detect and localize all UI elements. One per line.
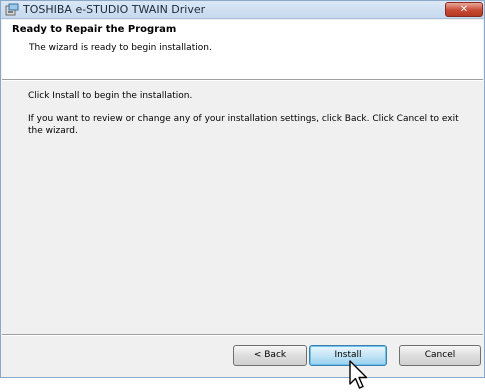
wizard-header: Ready to Repair the Program The wizard i… — [2, 20, 483, 79]
page-subtitle: The wizard is ready to begin installatio… — [29, 43, 212, 53]
close-icon: ✕ — [459, 4, 469, 15]
page-title: Ready to Repair the Program — [12, 24, 177, 35]
instruction-text: Click Install to begin the installation. — [28, 91, 193, 101]
window-title: TOSHIBA e-STUDIO TWAIN Driver — [23, 3, 206, 16]
title-bar: TOSHIBA e-STUDIO TWAIN Driver ✕ — [1, 1, 484, 19]
back-button[interactable]: < Back — [233, 345, 307, 366]
footer-divider — [2, 334, 483, 336]
close-button[interactable]: ✕ — [445, 2, 483, 17]
pointer-cursor-icon — [349, 360, 368, 389]
installer-icon — [5, 3, 19, 16]
review-text: If you want to review or change any of y… — [28, 114, 459, 136]
cancel-button[interactable]: Cancel — [399, 345, 481, 366]
wizard-content: Click Install to begin the installation.… — [2, 81, 483, 334]
installer-window: TOSHIBA e-STUDIO TWAIN Driver ✕ Ready to… — [0, 0, 485, 378]
